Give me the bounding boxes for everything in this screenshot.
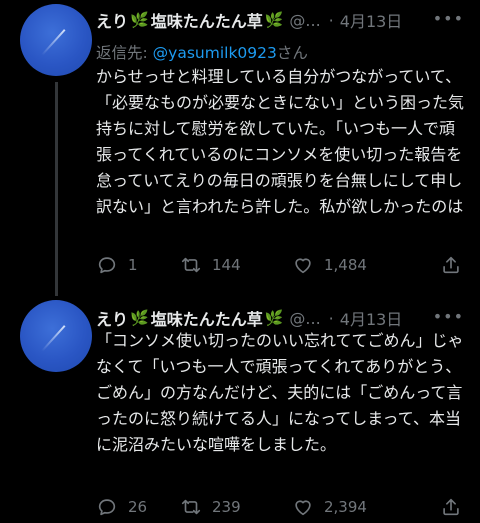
tweet-actions: 26 239 2,394 bbox=[96, 495, 470, 519]
display-name-suffix[interactable]: 塩味たんたん草 bbox=[151, 8, 263, 32]
reply-context: 返信先: @yasumilk0923さん bbox=[96, 41, 308, 63]
more-icon[interactable]: ••• bbox=[433, 9, 464, 28]
display-name[interactable]: えり bbox=[96, 8, 128, 32]
tweet-text: 「コンソメ使い切ったのいい忘れててごめん」じゃなくて「いつも一人で頑張ってくれて… bbox=[96, 331, 464, 454]
leaf-icon: 🌿 bbox=[130, 11, 149, 29]
share-button[interactable] bbox=[440, 496, 462, 518]
reply-button[interactable]: 26 bbox=[96, 496, 180, 518]
handle[interactable]: @... bbox=[289, 309, 320, 328]
share-icon bbox=[443, 256, 459, 274]
avatar[interactable] bbox=[20, 300, 92, 372]
leaf-icon: 🌿 bbox=[264, 11, 284, 29]
heart-icon bbox=[295, 258, 311, 274]
avatar[interactable] bbox=[20, 4, 92, 76]
reply-button[interactable]: 1 bbox=[96, 254, 180, 276]
heart-icon bbox=[295, 500, 311, 516]
separator-dot: · bbox=[328, 308, 334, 328]
tweet-header: えり 🌿 塩味たんたん草 🌿 @... · 4月13日 ••• bbox=[96, 307, 470, 329]
tweet-header: えり 🌿 塩味たんたん草 🌿 @... · 4月13日 ••• bbox=[96, 9, 470, 31]
tweet-text: からせっせと料理している自分がつながっていて、「必要なものが必要なときにない」と… bbox=[96, 67, 465, 216]
reply-count: 26 bbox=[128, 498, 148, 516]
reply-mention-link[interactable]: @yasumilk0923 bbox=[153, 44, 277, 62]
tweet-date[interactable]: 4月13日 bbox=[340, 8, 403, 32]
separator-dot: · bbox=[328, 10, 334, 30]
reply-count: 1 bbox=[128, 256, 138, 274]
like-button[interactable]: 1,484 bbox=[292, 254, 420, 276]
like-count: 1,484 bbox=[324, 256, 367, 274]
tweet-actions: 1 144 1,484 bbox=[96, 253, 470, 277]
share-button[interactable] bbox=[440, 254, 462, 276]
retweet-count: 239 bbox=[212, 498, 241, 516]
share-icon bbox=[443, 498, 459, 516]
like-button[interactable]: 2,394 bbox=[292, 496, 420, 518]
retweet-icon bbox=[181, 257, 201, 273]
thread-line bbox=[55, 82, 58, 296]
reply-icon bbox=[98, 257, 116, 274]
retweet-count: 144 bbox=[212, 256, 241, 274]
tweet[interactable]: えり 🌿 塩味たんたん草 🌿 @... · 4月13日 ••• 「コンソメ使い切… bbox=[0, 298, 480, 523]
like-count: 2,394 bbox=[324, 498, 367, 516]
leaf-icon: 🌿 bbox=[130, 309, 149, 327]
reply-prefix: 返信先: bbox=[96, 44, 153, 62]
reply-suffix: さん bbox=[276, 44, 308, 62]
tweet-date[interactable]: 4月13日 bbox=[340, 306, 403, 330]
retweet-icon bbox=[181, 499, 201, 515]
handle[interactable]: @... bbox=[289, 11, 320, 30]
reply-icon bbox=[98, 499, 116, 516]
display-name[interactable]: えり bbox=[96, 306, 128, 330]
more-icon[interactable]: ••• bbox=[433, 307, 464, 326]
retweet-button[interactable]: 144 bbox=[180, 254, 292, 276]
display-name-suffix[interactable]: 塩味たんたん草 bbox=[151, 306, 263, 330]
leaf-icon: 🌿 bbox=[264, 309, 284, 327]
retweet-button[interactable]: 239 bbox=[180, 496, 292, 518]
tweet[interactable]: えり 🌿 塩味たんたん草 🌿 @... · 4月13日 ••• 返信先: @ya… bbox=[0, 0, 480, 298]
